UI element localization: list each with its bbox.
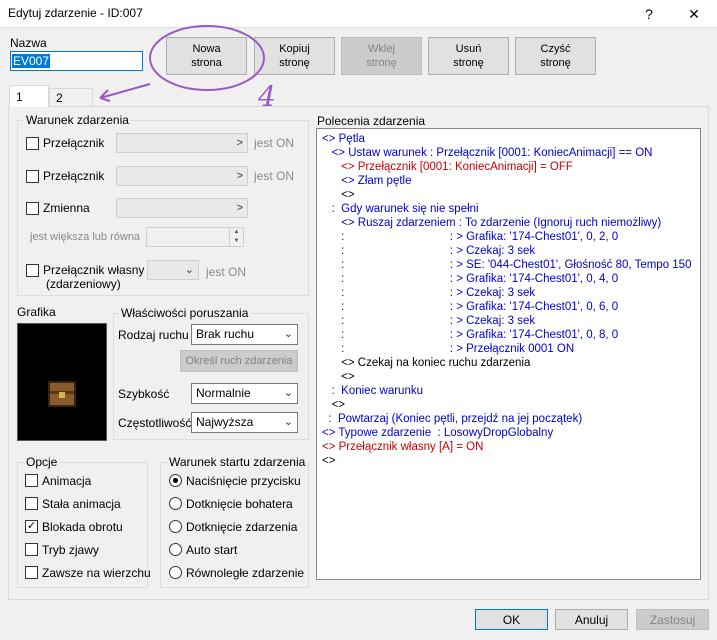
trigger-player-touch-label: Dotknięcie bohatera [186,497,293,511]
animation-checkbox[interactable] [25,474,38,487]
command-line[interactable]: <> [322,398,691,412]
commands-list[interactable]: <> Pętla <> Ustaw warunek : Przełącznik … [316,128,701,580]
command-line[interactable]: <> [322,370,691,384]
direction-fix-checkbox[interactable]: ✓ [25,520,38,533]
variable-label: Zmienna [43,201,90,215]
switch2-is-on: jest ON [254,169,295,183]
command-line[interactable]: : : > Grafika: '174-Chest01', 0, 6, 0 [322,300,691,314]
command-line[interactable]: : : > Czekaj: 3 sek [322,244,691,258]
self-switch-is-on: jest ON [206,265,247,279]
always-on-top-checkbox[interactable] [25,566,38,579]
move-type-label: Rodzaj ruchu [118,328,189,342]
stationary-animation-checkbox[interactable] [25,497,38,510]
self-switch-checkbox[interactable] [26,264,39,277]
trigger-event-touch-radio[interactable] [169,520,182,533]
command-line[interactable]: : : > Czekaj: 3 sek [322,286,691,300]
commands-label: Polecenia zdarzenia [317,114,426,128]
apply-button[interactable]: Zastosuj [636,609,709,630]
through-label: Tryb zjawy [42,543,99,557]
command-line[interactable]: : Gdy warunek się nie spełni [322,202,691,216]
trigger-parallel-label: Równoległe zdarzenie [186,566,305,580]
trigger-autorun-label: Auto start [186,543,238,557]
greater-equal-label: jest większa lub równa [30,231,141,243]
animation-label: Animacja [42,474,92,488]
self-switch-select[interactable]: ⌄ [147,260,199,280]
frequency-label: Częstotliwość [118,416,192,430]
command-line[interactable]: : : > SE: '044-Chest01', Głośność 80, Te… [322,258,691,272]
command-line[interactable]: <> Przełącznik [0001: KoniecAnimacji] = … [322,160,691,174]
graphic-preview[interactable] [17,323,107,441]
tab-page-2[interactable]: 2 [49,88,93,107]
command-line[interactable]: <> [322,188,691,202]
tab-page-1[interactable]: 1 [9,85,49,107]
command-line[interactable]: : : > Grafika: '174-Chest01', 0, 2, 0 [322,230,691,244]
variable-checkbox[interactable] [26,202,39,215]
command-line[interactable]: : : > Czekaj: 3 sek [322,314,691,328]
self-switch-label-2: (zdarzeniowy) [46,277,121,291]
conditions-legend: Warunek zdarzenia [24,113,131,127]
stationary-animation-label: Stała animacja [42,497,121,511]
annotation-circle [149,25,265,91]
always-on-top-label: Zawsze na wierzchu [42,566,151,580]
command-line[interactable]: <> [322,454,691,468]
chest-sprite-icon [48,381,76,407]
chevron-right-icon: > [236,170,243,182]
trigger-action-label: Naciśnięcie przycisku [186,474,301,488]
variable-select[interactable]: > [116,198,248,218]
chevron-right-icon: > [236,137,243,149]
speed-label: Szybkość [118,387,170,401]
ok-button[interactable]: OK [475,609,548,630]
switch2-label: Przełącznik [43,169,105,183]
switch2-select[interactable]: > [116,166,248,186]
switch1-select[interactable]: > [116,133,248,153]
command-line[interactable]: : : > Przełącznik 0001 ON [322,342,691,356]
move-type-select[interactable]: Brak ruchu ⌄ [191,324,298,345]
trigger-event-touch-label: Dotknięcie zdarzenia [186,520,298,534]
cancel-button[interactable]: Anuluj [555,609,628,630]
trigger-parallel-radio[interactable] [169,566,182,579]
options-legend: Opcje [24,455,60,469]
through-checkbox[interactable] [25,543,38,556]
command-line[interactable]: : : > Grafika: '174-Chest01', 0, 8, 0 [322,328,691,342]
trigger-player-touch-radio[interactable] [169,497,182,510]
command-line[interactable]: : Koniec warunku [322,384,691,398]
chevron-down-icon: ⌄ [184,264,194,276]
direction-fix-label: Blokada obrotu [42,520,123,534]
switch1-is-on: jest ON [254,136,295,150]
frequency-select[interactable]: Najwyższa ⌄ [191,412,298,433]
command-line[interactable]: <> Złam pętle [322,174,691,188]
trigger-action-radio[interactable] [169,474,182,487]
command-lines: <> Pętla <> Ustaw warunek : Przełącznik … [322,132,691,468]
switch2-checkbox[interactable] [26,170,39,183]
command-line[interactable]: <> Ustaw warunek : Przełącznik [0001: Ko… [322,146,691,160]
command-line[interactable]: <> Pętla [322,132,691,146]
command-line[interactable]: : : > Grafika: '174-Chest01', 0, 4, 0 [322,272,691,286]
command-line[interactable]: <> Ruszaj zdarzeniem : To zdarzenie (Ign… [322,216,691,230]
command-line[interactable]: : Powtarzaj (Koniec pętli, przejdź na je… [322,412,691,426]
speed-select[interactable]: Normalnie ⌄ [191,383,298,404]
chevron-down-icon: ⌄ [283,328,293,340]
chevron-right-icon: > [236,202,243,214]
graphic-label: Grafika [17,305,56,319]
command-line[interactable]: <> Przełącznik własny [A] = ON [322,440,691,454]
movement-legend: Właściwości poruszania [119,306,251,320]
chevron-down-icon: ⌄ [283,387,293,399]
switch1-checkbox[interactable] [26,137,39,150]
spinner-arrows-icon[interactable]: ▲ ▼ [229,228,243,246]
trigger-legend: Warunek startu zdarzenia [167,455,308,469]
command-line[interactable]: <> Czekaj na koniec ruchu zdarzenia [322,356,691,370]
move-route-button[interactable]: Określ ruch zdarzenia [180,350,298,372]
command-line[interactable]: <> Typowe zdarzenie : LosowyDropGlobalny [322,426,691,440]
trigger-autorun-radio[interactable] [169,543,182,556]
chevron-down-icon: ⌄ [283,416,293,428]
self-switch-label: Przełącznik własny [43,263,145,277]
switch1-label: Przełącznik [43,136,105,150]
